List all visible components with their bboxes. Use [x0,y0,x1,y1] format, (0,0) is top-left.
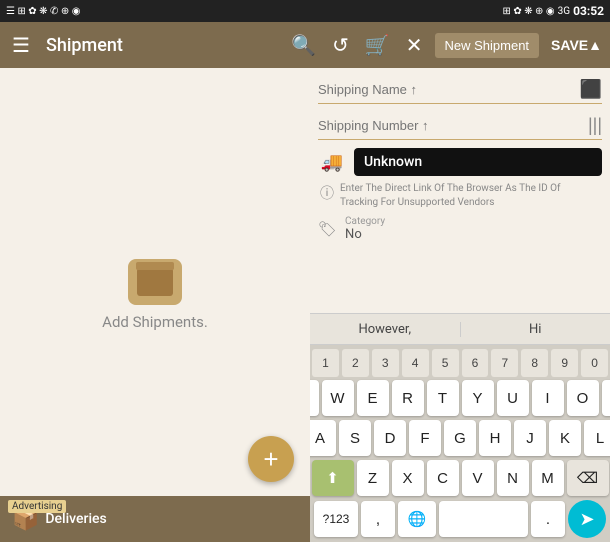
keyboard-row-1: Q W E R T Y U I O P [312,380,608,416]
key-o[interactable]: O [567,380,599,416]
truck-icon: 🚚 [318,148,346,176]
period-key[interactable]: . [531,501,565,537]
qr-scan-button[interactable]: ⬛ [580,79,602,100]
send-key[interactable]: ➤ [568,500,606,538]
autocomplete-item-1[interactable]: However, [310,322,461,337]
key-r[interactable]: R [392,380,424,416]
key-c[interactable]: C [427,460,459,496]
key-g[interactable]: G [444,420,476,456]
globe-key[interactable]: 🌐 [398,501,436,537]
category-content: Category No [345,216,385,242]
info-icon: ⓘ [320,183,334,203]
delete-key[interactable]: ⌫ [567,460,609,496]
app-bar-title: Shipment [46,35,279,56]
fab-button[interactable]: + [248,436,294,482]
shipping-name-field: ⬛ [318,76,602,104]
keyboard-bottom-row: ?123 , 🌐 . ➤ [312,500,608,538]
key-i[interactable]: I [532,380,564,416]
add-shipment-text: Add Shipments. [102,313,208,331]
cart-icon[interactable]: 🛒 [361,29,394,61]
key-6[interactable]: 6 [462,349,489,377]
new-shipment-button[interactable]: New Shipment [435,33,540,58]
category-label: Category [345,216,385,227]
key-p[interactable]: P [602,380,610,416]
category-row: 🏷 Category No [318,216,602,242]
deliveries-label: Deliveries [45,511,106,527]
space-key[interactable] [439,501,528,537]
key-e[interactable]: E [357,380,389,416]
key-j[interactable]: J [514,420,546,456]
shipping-number-field: ||| [318,112,602,140]
shipping-number-input[interactable] [318,114,588,137]
app-bar: ☰ Shipment 🔍 ↺ 🛒 ✕ New Shipment SAVE▲ [0,22,610,68]
key-y[interactable]: Y [462,380,494,416]
numbers-toggle-key[interactable]: ?123 [314,501,358,537]
bottom-nav: Advertising 📦 Deliveries [0,496,310,542]
status-left-text: ☰ ⊞ ✿ ❋ ✆ ⊕ ◉ [6,6,80,17]
package-icon [128,259,182,305]
right-panel: ⬛ ||| 🚚 Unknown ⓘ Enter The Direc [310,68,610,542]
keyboard-numbers-row: 1 2 3 4 5 6 7 8 9 0 [312,349,608,377]
category-value: No [345,227,385,242]
carrier-badge: Unknown [354,148,602,176]
status-right-icons: ⊞ ✿ ❋ ⊕ ◉ [502,6,554,17]
key-t[interactable]: T [427,380,459,416]
keyboard-row-2: A S D F G H J K L [312,420,608,456]
tag-icon: 🏷 [318,220,337,238]
search-icon[interactable]: 🔍 [287,29,320,61]
key-h[interactable]: H [479,420,511,456]
key-s[interactable]: S [339,420,371,456]
shift-key[interactable]: ⬆ [312,460,354,496]
close-icon[interactable]: ✕ [402,29,427,61]
main-content: Add Shipments. + Advertising 📦 Deliverie… [0,68,610,542]
keyboard-row-3: ⬆ Z X C V N M ⌫ [312,460,608,496]
form-area: ⬛ ||| 🚚 Unknown ⓘ Enter The Direc [310,68,610,313]
key-3[interactable]: 3 [372,349,399,377]
status-left-icons: ☰ ⊞ ✿ ❋ ✆ ⊕ ◉ [6,6,80,17]
key-8[interactable]: 8 [521,349,548,377]
key-u[interactable]: U [497,380,529,416]
status-time: 03:52 [573,4,604,18]
status-bar: ☰ ⊞ ✿ ❋ ✆ ⊕ ◉ ⊞ ✿ ❋ ⊕ ◉ 3G 03:52 [0,0,610,22]
shipping-name-input[interactable] [318,78,580,101]
left-panel: Add Shipments. + Advertising 📦 Deliverie… [0,68,310,542]
key-0[interactable]: 0 [581,349,608,377]
key-7[interactable]: 7 [491,349,518,377]
refresh-icon[interactable]: ↺ [328,29,353,61]
package-box [137,268,173,296]
save-button[interactable]: SAVE▲ [551,37,602,53]
info-row: ⓘ Enter The Direct Link Of The Browser A… [318,182,602,210]
key-9[interactable]: 9 [551,349,578,377]
key-n[interactable]: N [497,460,529,496]
signal-icon: 3G [558,6,570,17]
key-1[interactable]: 1 [312,349,339,377]
advertising-badge: Advertising [8,500,66,513]
keyboard: 1 2 3 4 5 6 7 8 9 0 Q W E R T Y U I [310,345,610,542]
add-shipment-area: Add Shipments. [102,259,208,331]
status-right-area: ⊞ ✿ ❋ ⊕ ◉ 3G 03:52 [502,4,604,18]
key-m[interactable]: M [532,460,564,496]
key-x[interactable]: X [392,460,424,496]
comma-key[interactable]: , [361,501,395,537]
key-4[interactable]: 4 [402,349,429,377]
carrier-row: 🚚 Unknown [318,148,602,176]
key-l[interactable]: L [584,420,610,456]
key-k[interactable]: K [549,420,581,456]
key-v[interactable]: V [462,460,494,496]
menu-icon[interactable]: ☰ [8,29,34,61]
key-d[interactable]: D [374,420,406,456]
key-2[interactable]: 2 [342,349,369,377]
autocomplete-bar: However, Hi [310,313,610,345]
key-w[interactable]: W [322,380,354,416]
key-5[interactable]: 5 [432,349,459,377]
key-z[interactable]: Z [357,460,389,496]
key-f[interactable]: F [409,420,441,456]
autocomplete-item-2[interactable]: Hi [461,322,610,337]
info-text: Enter The Direct Link Of The Browser As … [340,182,600,210]
barcode-scan-button[interactable]: ||| [588,115,602,136]
